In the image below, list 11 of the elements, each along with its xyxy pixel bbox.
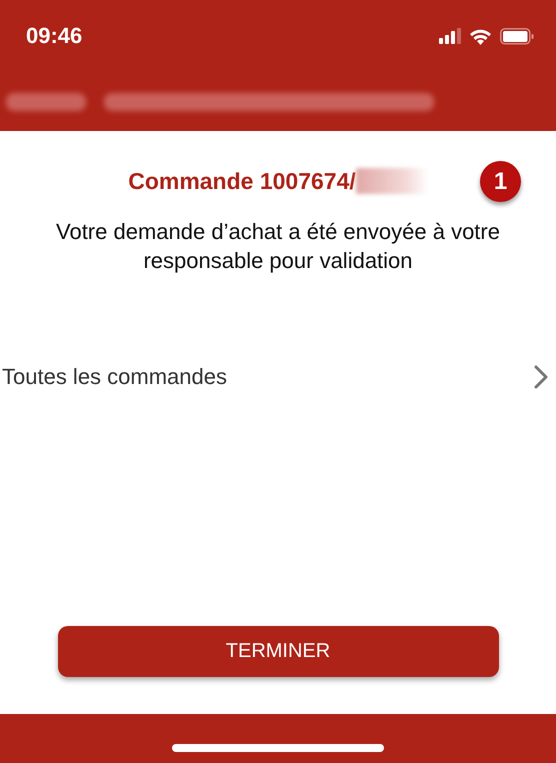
wifi-icon xyxy=(469,28,492,44)
all-orders-link[interactable]: Toutes les commandes xyxy=(0,355,556,399)
home-indicator[interactable] xyxy=(172,744,384,752)
signal-icon xyxy=(439,28,461,44)
order-title: Commande 1007674/ xyxy=(128,168,356,194)
confirmation-message: Votre demande d’achat a été envoyée à votre responsable pour validation xyxy=(55,218,501,275)
status-time: 09:46 xyxy=(26,23,82,49)
battery-icon xyxy=(500,28,534,44)
annotation-badge: 1 xyxy=(480,161,521,202)
finish-button[interactable]: TERMINER xyxy=(58,626,498,677)
chevron-right-icon xyxy=(534,365,548,389)
